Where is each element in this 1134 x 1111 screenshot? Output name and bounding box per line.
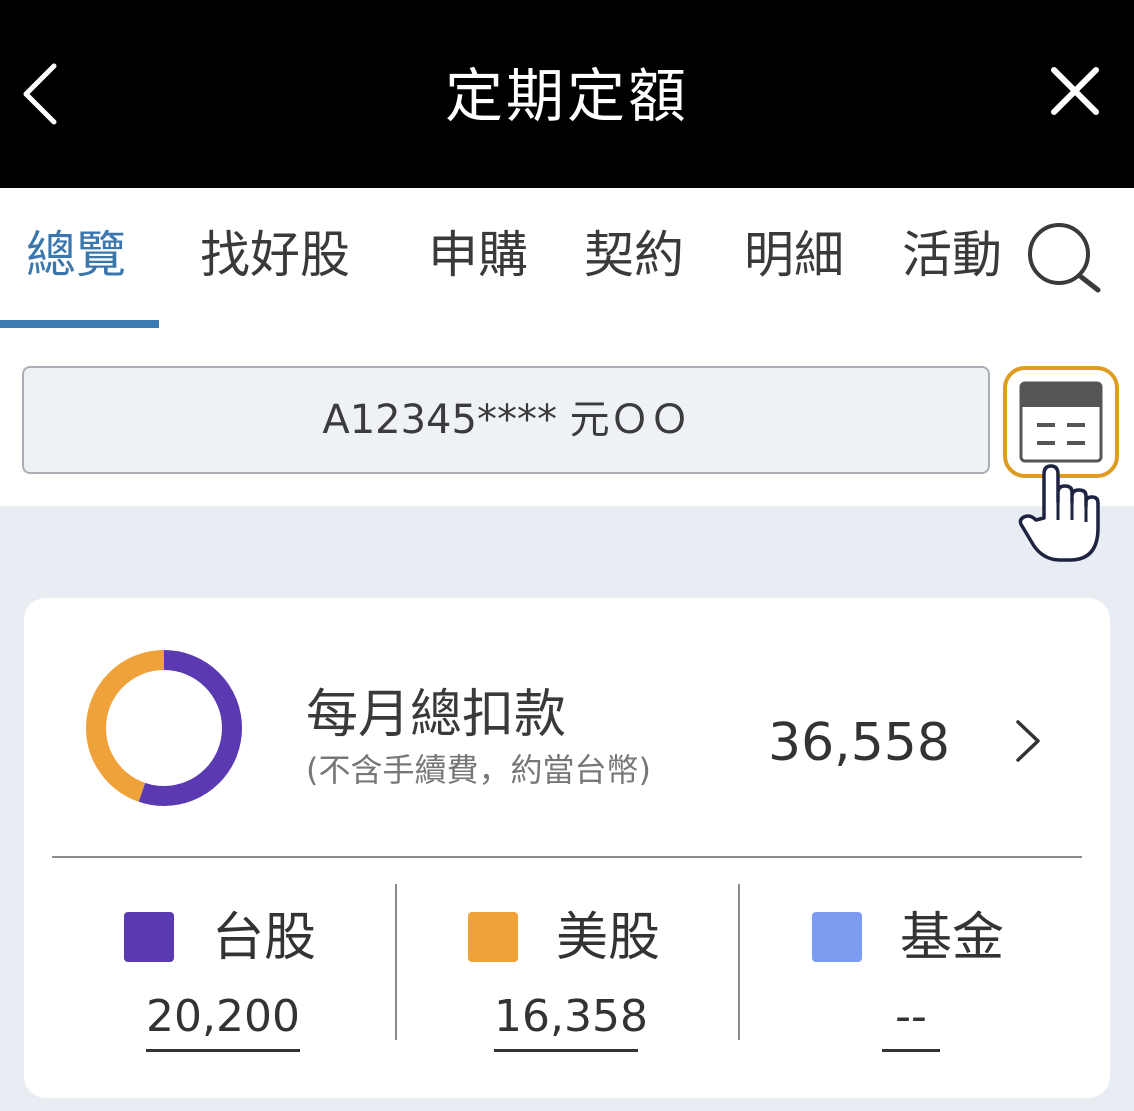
hand-pointer-icon	[1018, 464, 1100, 562]
fund-label: 基金	[900, 908, 1005, 968]
close-icon[interactable]	[1046, 62, 1104, 120]
tab-activities[interactable]: 活動	[902, 220, 1002, 330]
tw-stock-swatch	[124, 912, 174, 962]
monthly-debit-title: 每月總扣款	[306, 685, 567, 745]
page-title: 定期定額	[444, 62, 689, 130]
card-divider	[52, 856, 1082, 858]
us-stock-value[interactable]: 16,358	[494, 988, 648, 1052]
monthly-debit-total[interactable]: 36,558	[768, 710, 950, 776]
column-divider	[395, 884, 397, 1040]
calendar-icon	[1019, 381, 1103, 463]
top-nav-bar: 定期定額	[0, 0, 1134, 188]
allocation-donut-chart	[86, 650, 242, 806]
tw-stock-value[interactable]: 20,200	[146, 988, 300, 1052]
search-icon[interactable]	[1024, 218, 1104, 298]
us-stock-label: 美股	[556, 908, 661, 968]
fund-swatch	[812, 912, 862, 962]
tw-stock-label: 台股	[212, 908, 317, 968]
monthly-debit-subtitle: (不含手續費，約當台幣)	[306, 751, 651, 789]
fund-value[interactable]: --	[882, 988, 940, 1052]
tab-subscribe[interactable]: 申購	[428, 220, 528, 330]
chevron-right-icon[interactable]	[1012, 716, 1042, 766]
tab-overview[interactable]: 總覽	[26, 220, 126, 330]
tab-details[interactable]: 明細	[744, 220, 844, 330]
account-selector[interactable]: A12345**** 元ＯＯ	[22, 366, 990, 474]
active-tab-indicator	[0, 320, 159, 328]
tab-bar: 總覽 找好股 申購 契約 明細 活動	[0, 188, 1134, 328]
tab-find-stocks[interactable]: 找好股	[200, 220, 350, 330]
column-divider	[738, 884, 740, 1040]
tab-contracts[interactable]: 契約	[584, 220, 684, 330]
us-stock-swatch	[468, 912, 518, 962]
